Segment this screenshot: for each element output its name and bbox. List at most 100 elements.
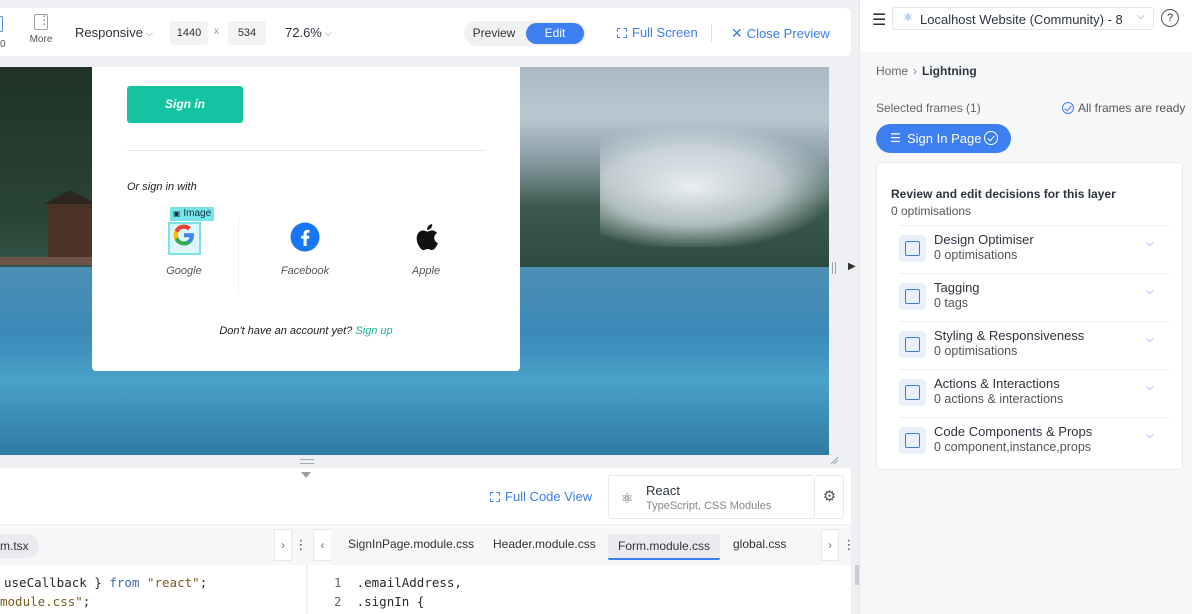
code-token: .emailAddress, xyxy=(356,575,462,590)
right-panel: ☰ ⚛ Localhost Website (Community) - 8 ⌵ … xyxy=(859,0,1192,614)
more-icon xyxy=(34,13,50,30)
code-line: useCallback } from "react"; xyxy=(4,575,207,590)
file-tab-global-css[interactable]: global.css xyxy=(733,537,786,551)
full-screen-button[interactable]: Full Screen xyxy=(617,25,698,40)
sign-in-button[interactable]: Sign in xyxy=(127,86,243,123)
code-token: useCallback } xyxy=(4,575,110,590)
toolbar-divider xyxy=(711,24,712,42)
zoom-select[interactable]: 72.6% ⌵ xyxy=(285,25,332,40)
collapse-down-icon[interactable] xyxy=(301,472,311,478)
breadcrumb-separator-icon: › xyxy=(913,64,918,78)
framework-detail: TypeScript, CSS Modules xyxy=(646,500,772,512)
full-code-view-label: Full Code View xyxy=(505,489,593,504)
file-tab-header-css[interactable]: Header.module.css xyxy=(493,537,596,551)
decision-design-optimiser[interactable]: Design Optimiser 0 optimisations ⌵ xyxy=(899,225,1169,273)
decision-value: 0 component,instance,props xyxy=(934,440,1092,454)
check-circle-icon xyxy=(984,131,998,145)
tabs-more-button-2[interactable]: ⋮ xyxy=(841,529,857,561)
resize-corner-icon[interactable] xyxy=(829,455,839,465)
actions-icon xyxy=(899,379,926,406)
check-circle-icon xyxy=(1062,102,1074,114)
frame-chip-sign-in-page[interactable]: ☰ Sign In Page xyxy=(876,124,1011,153)
horizontal-resize-handle[interactable] xyxy=(300,459,314,464)
zoom-value: 72.6% xyxy=(285,25,322,40)
file-tab-form-css[interactable]: Form.module.css xyxy=(608,534,721,560)
decisions-subtitle: 0 optimisations xyxy=(891,204,972,218)
chevron-down-icon: ⌵ xyxy=(1146,334,1154,345)
list-icon: ☰ xyxy=(890,131,901,145)
decision-code-components[interactable]: Code Components & Props 0 component,inst… xyxy=(899,417,1169,465)
project-name: Localhost Website (Community) - 8 xyxy=(920,12,1123,27)
close-preview-button[interactable]: ✕ Close Preview xyxy=(731,25,830,42)
breadcrumb: Home › Lightning xyxy=(876,64,977,78)
facebook-label: Facebook xyxy=(280,265,330,277)
styling-icon xyxy=(899,331,926,358)
breadcrumb-home[interactable]: Home xyxy=(876,64,908,78)
code-line: 2 .signIn { xyxy=(334,594,424,609)
edit-mode-button[interactable]: Edit xyxy=(526,23,584,44)
or-sign-in-with-label: Or sign in with xyxy=(127,181,197,193)
no-account-label: Don't have an account yet? xyxy=(219,325,353,337)
panel-header: ☰ ⚛ Localhost Website (Community) - 8 ⌵ … xyxy=(860,0,1192,52)
height-input[interactable]: 534 xyxy=(228,21,266,45)
decision-value: 0 tags xyxy=(934,296,969,310)
tabs-scroll-right-button-2[interactable]: › xyxy=(821,529,839,561)
help-icon[interactable]: ? xyxy=(1161,9,1179,27)
device-select[interactable]: Responsive ⌵ xyxy=(75,25,153,40)
chevron-down-icon: ⌵ xyxy=(324,28,332,38)
facebook-icon xyxy=(290,222,320,252)
tabs-scroll-right-button[interactable]: › xyxy=(274,529,292,561)
code-view-header: Full Code View ⚛ React TypeScript, CSS M… xyxy=(0,468,851,524)
decision-actions[interactable]: Actions & Interactions 0 actions & inter… xyxy=(899,369,1169,417)
code-token: ; xyxy=(82,594,91,609)
app-root: 0 More Responsive⌵ 1440 x 534 72.6%⌵ Pre… xyxy=(0,0,1192,614)
selected-frames-label: Selected frames (1) xyxy=(876,101,981,115)
preview-mode-button[interactable]: Preview xyxy=(464,21,524,46)
code-settings-button[interactable]: ⚙ xyxy=(816,475,844,519)
chevron-down-icon: ⌵ xyxy=(1146,430,1154,441)
decision-value: 0 optimisations xyxy=(934,344,1018,358)
code-editor-right[interactable]: 1 .emailAddress, 2 .signIn { xyxy=(308,565,851,614)
sign-up-link[interactable]: Sign up xyxy=(355,325,392,337)
dock-background xyxy=(0,257,92,265)
tabs-scroll-left-button[interactable]: ‹ xyxy=(313,529,331,561)
file-tab-signinpage-css[interactable]: SignInPage.module.css xyxy=(348,537,474,551)
decision-styling[interactable]: Styling & Responsiveness 0 optimisations… xyxy=(899,321,1169,369)
decision-value: 0 optimisations xyxy=(934,248,1018,262)
code-line: module.css"; xyxy=(0,594,90,609)
gear-icon: ⚙ xyxy=(822,488,837,505)
apple-sign-in-button[interactable] xyxy=(386,222,466,257)
device-select-label: Responsive xyxy=(75,25,143,40)
vertical-resize-handle[interactable] xyxy=(831,262,837,274)
tabs-more-button[interactable]: ⋮ xyxy=(293,529,309,561)
google-icon xyxy=(173,224,194,246)
framework-name: React xyxy=(646,483,680,498)
device-icon-partial[interactable] xyxy=(0,16,3,32)
decision-name: Design Optimiser xyxy=(934,232,1034,247)
more-label: More xyxy=(29,34,53,45)
more-button[interactable]: More xyxy=(28,13,54,45)
code-editor-left[interactable]: useCallback } from "react"; module.css"; xyxy=(0,565,306,614)
framework-select[interactable]: ⚛ React TypeScript, CSS Modules xyxy=(608,475,815,519)
preview-edit-toggle: Preview Edit xyxy=(464,21,586,46)
full-screen-label: Full Screen xyxy=(632,25,698,40)
file-tabs-bar: m.tsx › ⋮ ‹ SignInPage.module.css Header… xyxy=(0,525,856,565)
device-label-partial: 0 xyxy=(0,39,6,50)
google-sign-in-button[interactable] xyxy=(144,222,224,253)
full-code-view-button[interactable]: Full Code View xyxy=(490,489,592,504)
decision-value: 0 actions & interactions xyxy=(934,392,1064,406)
design-optimiser-icon xyxy=(899,235,926,262)
close-icon: ✕ xyxy=(731,25,743,41)
decisions-card: Review and edit decisions for this layer… xyxy=(876,162,1183,470)
file-tab-tsx[interactable]: m.tsx xyxy=(0,534,39,558)
project-select[interactable]: ⚛ Localhost Website (Community) - 8 ⌵ xyxy=(892,7,1154,30)
apple-label: Apple xyxy=(411,265,441,277)
breadcrumb-current: Lightning xyxy=(922,64,977,78)
menu-icon[interactable]: ☰ xyxy=(872,10,886,30)
width-input[interactable]: 1440 xyxy=(170,21,208,45)
expand-panel-icon[interactable]: ▶ xyxy=(848,261,856,272)
decision-tagging[interactable]: Tagging 0 tags ⌵ xyxy=(899,273,1169,321)
frames-ready-status: All frames are ready xyxy=(1062,101,1185,115)
facebook-sign-in-button[interactable] xyxy=(265,222,345,257)
code-line: 1 .emailAddress, xyxy=(334,575,462,590)
